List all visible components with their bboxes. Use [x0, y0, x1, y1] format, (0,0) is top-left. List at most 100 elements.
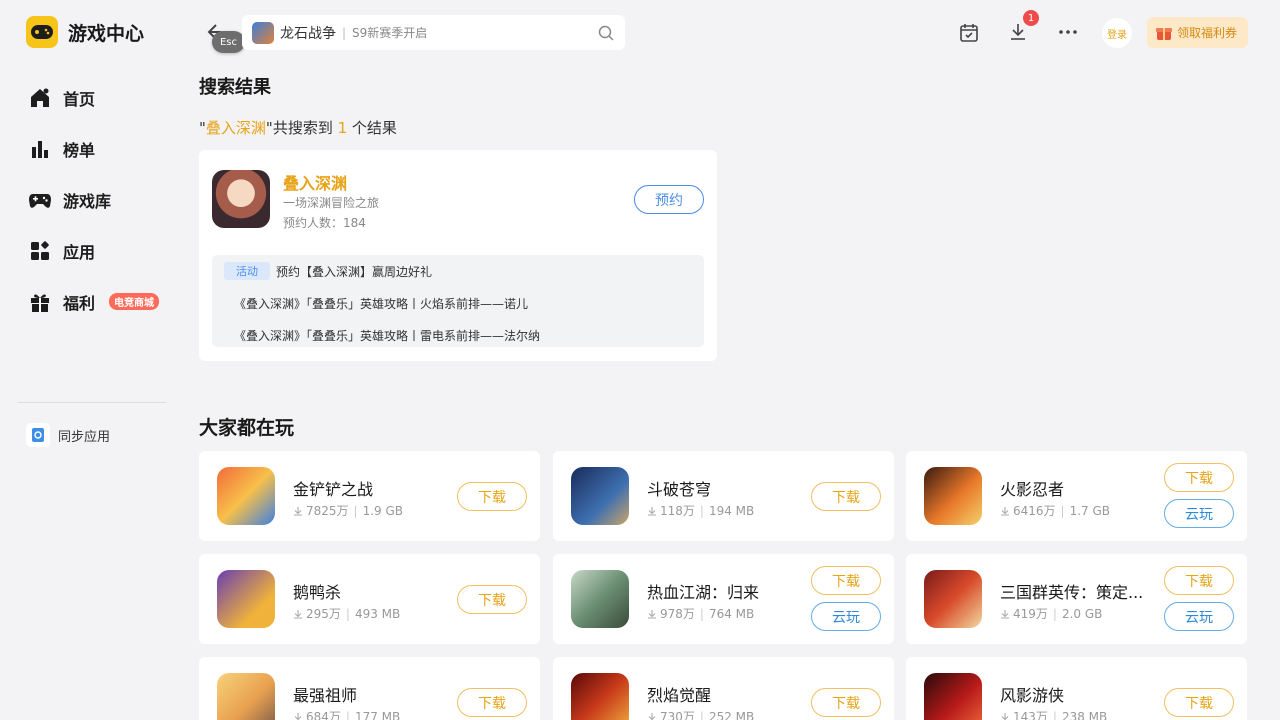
game-name: 金铲铲之战 [293, 480, 374, 499]
download-count: 143万 [1013, 710, 1048, 720]
download-button[interactable]: 下载 [1164, 566, 1234, 595]
search-term: 龙石战争 [280, 25, 336, 42]
download-count-icon [1000, 609, 1010, 619]
popular-section-title: 大家都在玩 [199, 417, 295, 439]
game-card[interactable]: 鹅鸭杀 295万 | 493 MB 下载 [199, 554, 540, 644]
download-count-icon [647, 712, 657, 720]
gift-icon [28, 290, 52, 314]
reserve-button[interactable]: 预约 [634, 185, 704, 214]
game-icon [571, 467, 629, 525]
sidebar-item-apps[interactable]: 应用 [28, 225, 159, 276]
game-card[interactable]: 火影忍者 6416万 | 1.7 GB 下载 云玩 [906, 451, 1247, 541]
download-count-icon [293, 712, 303, 720]
game-card[interactable]: 三国群英传：策定... 419万 | 2.0 GB 下载 云玩 [906, 554, 1247, 644]
esports-mall-badge: 电竞商城 [109, 293, 160, 310]
search-separator: | [342, 25, 347, 40]
game-name: 三国群英传：策定... [1000, 583, 1144, 602]
download-button[interactable]: 下载 [1164, 463, 1234, 492]
game-meta: 730万 | 252 MB [647, 708, 754, 720]
game-card[interactable]: 烈焰觉醒 730万 | 252 MB 下载 [553, 657, 894, 720]
sidebar-item-label: 首页 [63, 89, 96, 109]
game-size: 177 MB [354, 709, 401, 720]
activity-item[interactable]: 《叠入深渊》「叠叠乐」英雄攻略丨雷电系前排——法尔纳 [234, 325, 540, 345]
game-size: 252 MB [708, 709, 755, 720]
meta-separator: | [699, 606, 704, 621]
search-input[interactable]: 龙石战争 | S9新赛季开启 [242, 15, 625, 50]
game-meta: 978万 | 764 MB [647, 605, 754, 622]
activity-item[interactable]: 《叠入深渊》「叠叠乐」英雄攻略丨火焰系前排——诺儿 [234, 293, 528, 313]
login-button[interactable]: 登录 [1102, 18, 1132, 48]
app-brand[interactable]: 游戏中心 [26, 16, 144, 48]
apps-icon [28, 239, 52, 263]
download-count-icon [1000, 712, 1010, 720]
esc-key-hint: Esc [212, 31, 245, 53]
calendar-icon[interactable] [957, 20, 981, 44]
game-meta: 6416万 | 1.7 GB [1000, 502, 1110, 519]
download-button[interactable]: 下载 [457, 482, 527, 511]
game-card[interactable]: 最强祖师 684万 | 177 MB 下载 [199, 657, 540, 720]
game-icon [924, 570, 982, 628]
result-summary: "叠入深渊"共搜索到 1 个结果 [199, 117, 397, 138]
meta-separator: | [1060, 503, 1065, 518]
sync-icon [26, 423, 50, 447]
meta-separator: | [699, 503, 704, 518]
search-result-card[interactable]: 叠入深渊 一场深渊冒险之旅 预约人数：184 预约 活动 预约【叠入深渊】赢周边… [199, 150, 717, 361]
quote-open: " [199, 119, 206, 137]
sidebar-item-label: 福利 [63, 293, 96, 313]
download-count: 730万 [660, 710, 695, 720]
download-count-icon [293, 609, 303, 619]
game-card[interactable]: 金铲铲之战 7825万 | 1.9 GB 下载 [199, 451, 540, 541]
cloud-play-button[interactable]: 云玩 [1164, 499, 1234, 528]
download-count-icon [293, 506, 303, 516]
game-size: 1.9 GB [362, 503, 404, 518]
meta-separator: | [1052, 709, 1057, 720]
game-meta: 118万 | 194 MB [647, 502, 754, 519]
download-button[interactable]: 下载 [1164, 688, 1234, 717]
game-name: 鹅鸭杀 [293, 583, 342, 602]
download-button[interactable]: 下载 [457, 585, 527, 614]
game-icon [212, 170, 270, 228]
claim-coupon-button[interactable]: 领取福利券 [1147, 17, 1248, 48]
app-title: 游戏中心 [68, 22, 145, 45]
activity-text: 《叠入深渊》「叠叠乐」英雄攻略丨火焰系前排——诺儿 [234, 296, 529, 311]
activity-text: 《叠入深渊》「叠叠乐」英雄攻略丨雷电系前排——法尔纳 [234, 328, 541, 343]
search-game-thumbnail [252, 21, 274, 44]
more-icon[interactable] [1056, 20, 1080, 44]
coupon-gift-icon [1155, 24, 1173, 42]
download-button[interactable]: 下载 [811, 482, 881, 511]
game-name: 最强祖师 [293, 686, 358, 705]
download-count-icon [1000, 506, 1010, 516]
sync-apps-label: 同步应用 [58, 429, 111, 445]
sidebar-divider [18, 402, 166, 403]
game-icon [217, 673, 275, 720]
sidebar-item-welfare[interactable]: 福利 电竞商城 [28, 276, 160, 327]
game-name: 斗破苍穹 [647, 480, 712, 499]
activity-item[interactable]: 活动 预约【叠入深渊】赢周边好礼 [212, 261, 432, 281]
game-card[interactable]: 热血江湖：归来 978万 | 764 MB 下载 云玩 [553, 554, 894, 644]
game-card[interactable]: 斗破苍穹 118万 | 194 MB 下载 [553, 451, 894, 541]
meta-separator: | [1052, 606, 1057, 621]
home-icon [28, 86, 52, 110]
download-button[interactable]: 下载 [811, 566, 881, 595]
search-icon[interactable] [597, 24, 615, 42]
game-icon [571, 673, 629, 720]
game-card[interactable]: 风影游侠 143万 | 238 MB 下载 [906, 657, 1247, 720]
gamepad-icon [28, 188, 52, 212]
sidebar-item-label: 榜单 [63, 140, 96, 160]
download-button[interactable]: 下载 [457, 688, 527, 717]
sidebar-item-game-library[interactable]: 游戏库 [28, 174, 159, 225]
meta-separator: | [353, 503, 358, 518]
download-count-icon [647, 609, 657, 619]
gamepad-logo-icon [26, 16, 58, 48]
meta-separator: | [699, 709, 704, 720]
download-button[interactable]: 下载 [811, 688, 881, 717]
download-count: 684万 [306, 710, 341, 720]
cloud-play-button[interactable]: 云玩 [1164, 602, 1234, 631]
download-count-badge: 1 [1023, 10, 1039, 26]
cloud-play-button[interactable]: 云玩 [811, 602, 881, 631]
sync-apps-button[interactable]: 同步应用 [26, 423, 110, 447]
sidebar-item-charts[interactable]: 榜单 [28, 123, 159, 174]
query-text: 叠入深渊 [205, 119, 266, 137]
sidebar-item-home[interactable]: 首页 [28, 72, 159, 123]
download-count: 978万 [660, 607, 695, 621]
